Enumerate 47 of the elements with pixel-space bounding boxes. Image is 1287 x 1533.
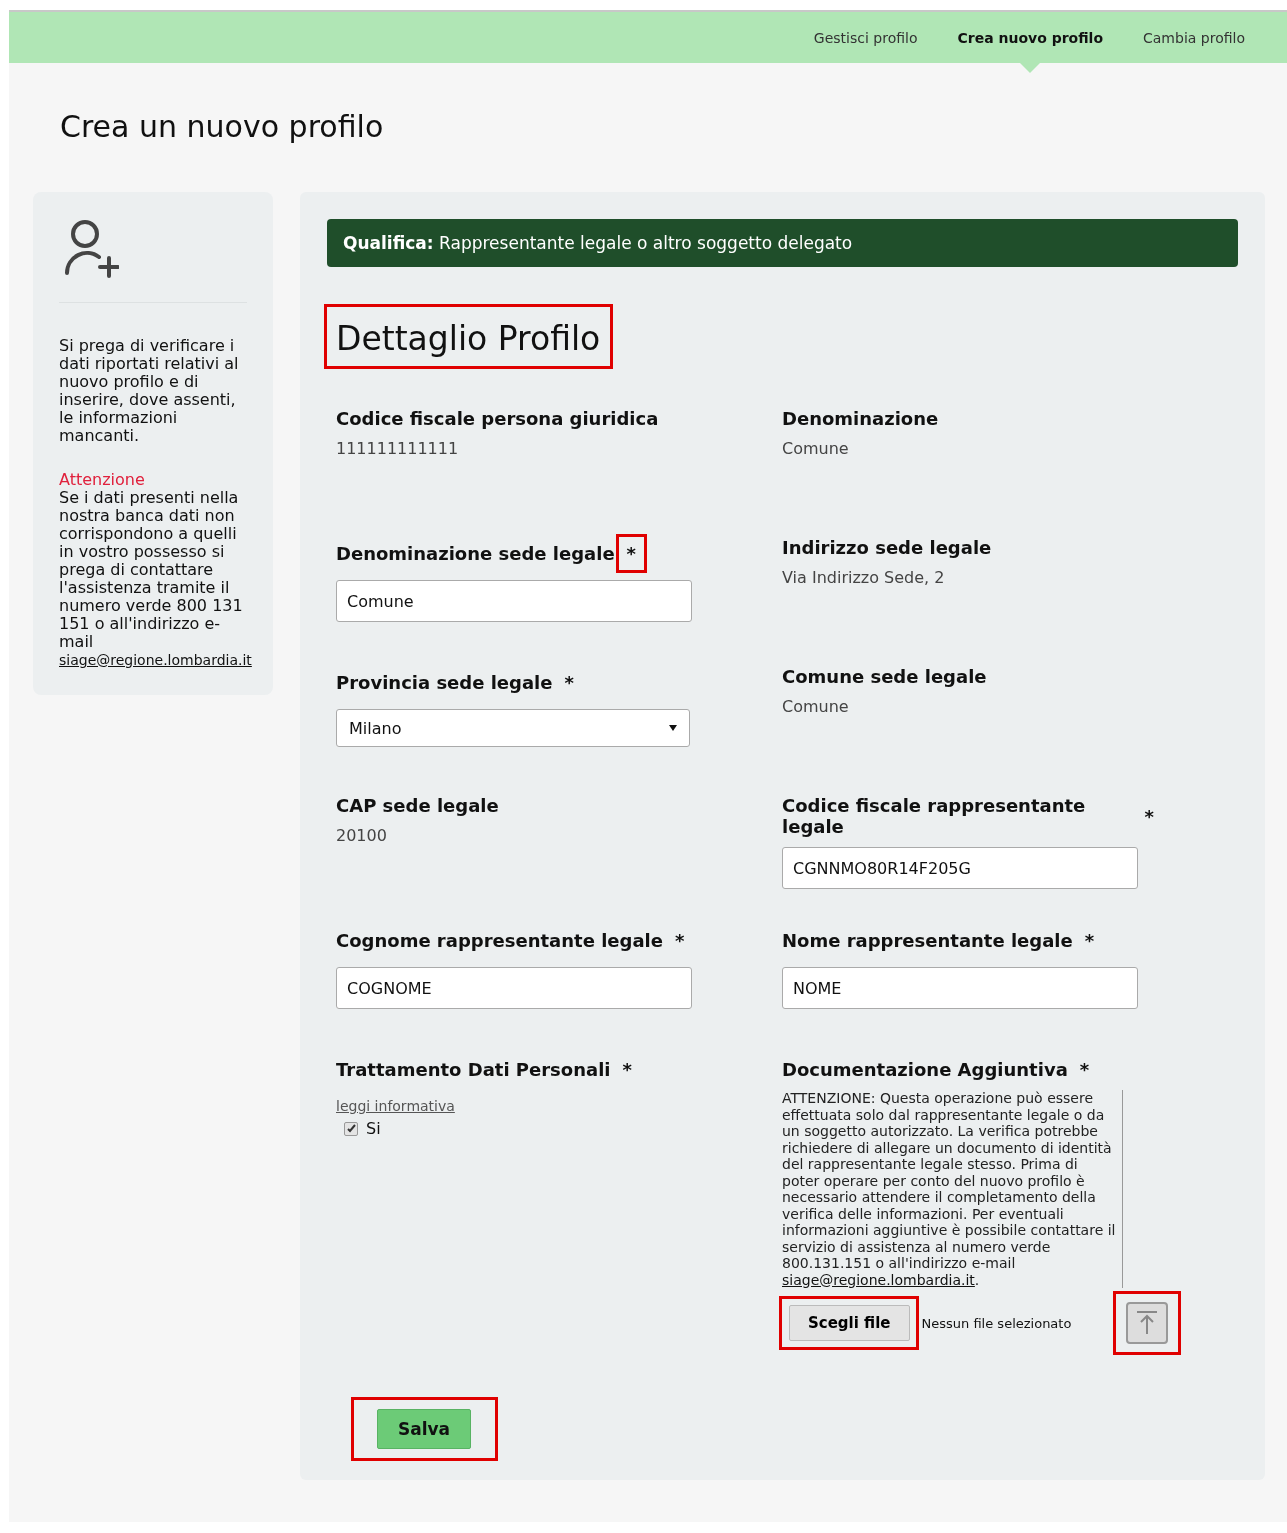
upload-button[interactable] bbox=[1126, 1302, 1168, 1344]
field-label: Trattamento Dati Personali bbox=[336, 1059, 611, 1080]
required-mark: * bbox=[618, 537, 644, 570]
required-mark: * bbox=[673, 929, 686, 953]
required-mark: * bbox=[563, 671, 575, 695]
field-label: Denominazione sede legale bbox=[336, 543, 615, 564]
file-status: Nessun file selezionato bbox=[921, 1315, 1073, 1331]
email-link[interactable]: siage@regione.lombardia.it bbox=[782, 1271, 975, 1288]
field-value: Comune bbox=[782, 439, 850, 458]
required-mark: * bbox=[1078, 1058, 1091, 1082]
text-field[interactable]: COGNOME bbox=[336, 967, 692, 1009]
qualification-banner: Qualifica: Rappresentante legale o altro soggetto delegato bbox=[327, 219, 1238, 267]
privacy-link[interactable]: leggi informativa bbox=[336, 1098, 455, 1114]
nav-tab[interactable]: Cambia profilo bbox=[1123, 12, 1265, 63]
choose-file-button[interactable]: Scegli file bbox=[789, 1305, 910, 1341]
field-label: Cognome rappresentante legale bbox=[336, 930, 663, 951]
field-label: Nome rappresentante legale bbox=[782, 930, 1073, 951]
nav-tab[interactable]: Gestisci profilo bbox=[793, 12, 938, 63]
field-label: Codice fiscale rappresentante legale bbox=[782, 795, 1087, 837]
warning-title: Attenzione bbox=[59, 471, 146, 489]
nav-tab[interactable]: Crea nuovo profilo bbox=[937, 12, 1123, 63]
section-title: Dettaglio Profilo bbox=[335, 318, 602, 360]
field-label: Comune sede legale bbox=[782, 666, 987, 687]
caret-icon bbox=[669, 725, 677, 731]
required-mark: * bbox=[1143, 804, 1155, 829]
instructions-text: Si prega di verificare i dati riportati relativi al nuovo profilo e di inserire, dove assenti, le informazioni mancanti. bbox=[59, 337, 240, 445]
field-value: 20100 bbox=[336, 826, 388, 845]
field-label: CAP sede legale bbox=[336, 795, 499, 816]
field-label: Provincia sede legale bbox=[336, 672, 553, 693]
save-button[interactable]: Salva bbox=[377, 1409, 472, 1449]
field-label: Denominazione bbox=[782, 408, 939, 429]
required-mark: * bbox=[621, 1058, 633, 1082]
field-value: Via Indirizzo Sede, 2 bbox=[782, 568, 946, 587]
text-field[interactable]: Comune bbox=[336, 580, 692, 622]
field-label: Codice fiscale persona giuridica bbox=[336, 408, 659, 429]
email-link[interactable]: siage@regione.lombardia.it bbox=[59, 652, 252, 668]
field-label: Indirizzo sede legale bbox=[782, 537, 992, 558]
field-value: Comune bbox=[782, 697, 850, 716]
page-title: Crea un nuovo profilo bbox=[60, 109, 384, 144]
consent-checkbox[interactable]: Si bbox=[344, 1119, 782, 1138]
text-field[interactable]: NOME bbox=[782, 967, 1138, 1009]
field-value: 111111111111 bbox=[336, 439, 460, 458]
field-label: Documentazione Aggiuntiva bbox=[782, 1059, 1068, 1080]
notice-text: ATTENZIONE: Questa operazione può essere effettuata solo dal rappresentante legale o da un soggetto autorizzato. La verifica potrebbe richiedere di allegare un documento di identità del rappresentante legale stesso. Prima di poter operare per conto del nuovo profilo è necessario attendere il completamento della verifica delle informazioni. Per eventuali informazioni aggiuntive è possibile contattare il servizio di assistenza al numero verde 800.131.151 o all'indirizzo e-mail siage@regione.lombardia.it. bbox=[782, 1090, 1123, 1288]
province-dropdown[interactable]: Milano bbox=[336, 709, 690, 747]
text-field[interactable]: CGNNMO80R14F205G bbox=[782, 847, 1138, 889]
required-mark: * bbox=[1083, 929, 1096, 953]
